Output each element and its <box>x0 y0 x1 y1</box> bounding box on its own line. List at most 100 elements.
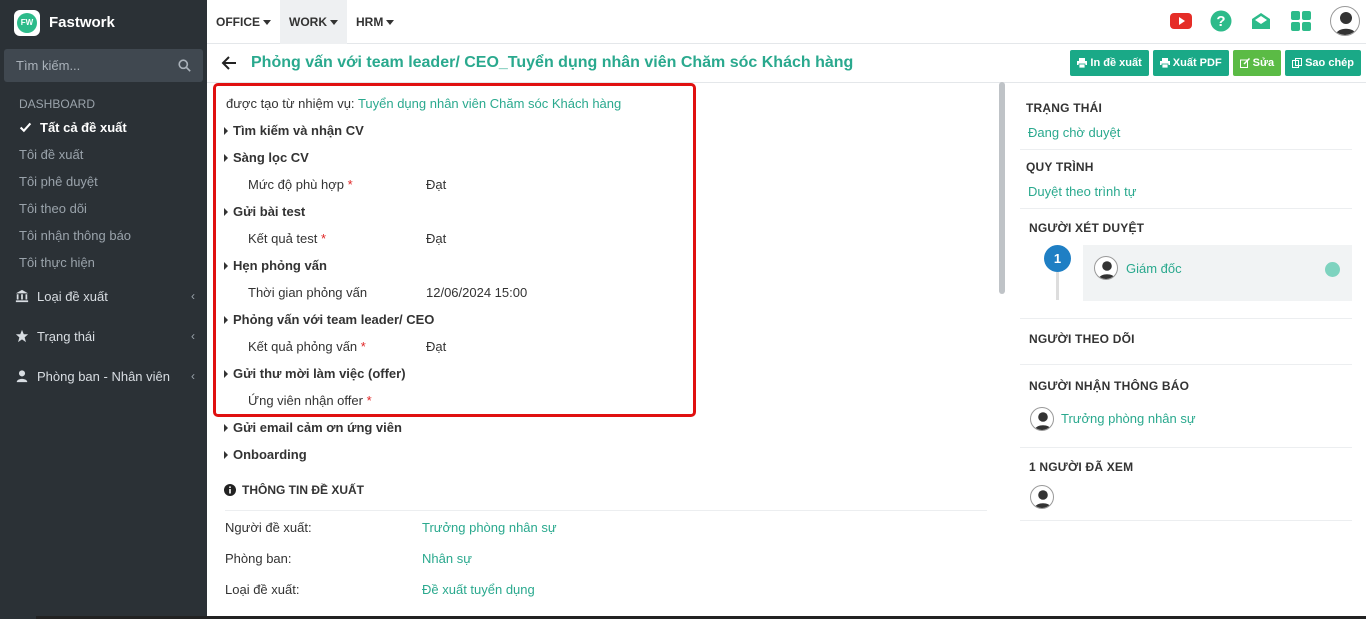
apps-grid-icon[interactable] <box>1290 10 1312 32</box>
info-row: Người đề xuất: Trưởng phòng nhân sự <box>225 510 987 542</box>
approver-step-badge: 1 <box>1044 245 1071 272</box>
step-label: Gửi thư mời làm việc (offer) <box>233 366 406 381</box>
print-button[interactable]: In đề xuất <box>1070 50 1149 76</box>
dashboard-section: DASHBOARD Tất cả đề xuất Tôi đề xuất Tôi… <box>0 82 207 276</box>
brand[interactable]: FW Fastwork <box>0 0 207 45</box>
step-label: Gửi bài test <box>233 204 306 219</box>
user-avatar-icon <box>1030 407 1054 431</box>
user-avatar-icon[interactable] <box>1030 485 1054 509</box>
info-label: Loại đề xuất: <box>225 582 300 597</box>
mail-open-icon[interactable] <box>1250 10 1272 32</box>
info-value-link[interactable]: Trưởng phòng nhân sự <box>422 520 557 535</box>
user-icon <box>15 369 29 383</box>
print-label: In đề xuất <box>1090 57 1142 69</box>
step-label: Phỏng vấn với team leader/ CEO <box>233 312 435 327</box>
process-value: Duyệt theo trình tự <box>1028 184 1137 199</box>
header-actions: In đề xuất Xuất PDF Sửa Sao chép <box>1066 50 1361 76</box>
help-icon[interactable]: ? <box>1210 10 1232 32</box>
info-value-link[interactable]: Đề xuất tuyển dụng <box>422 582 535 597</box>
approvers-heading: NGƯỜI XÉT DUYỆT <box>1029 221 1145 235</box>
sidebar-group-departments[interactable]: Phòng ban - Nhân viên ‹ <box>0 356 207 396</box>
info-title: THÔNG TIN ĐỀ XUẤT <box>242 483 364 497</box>
sidebar-item-notifications[interactable]: Tôi nhận thông báo <box>0 222 207 249</box>
step-label: Tìm kiếm và nhận CV <box>233 123 364 138</box>
search-input[interactable] <box>16 58 166 73</box>
export-pdf-button[interactable]: Xuất PDF <box>1152 50 1229 76</box>
approver-name[interactable]: Giám đốc <box>1126 261 1182 276</box>
caret-down-icon <box>263 19 271 25</box>
sidebar-item-my-approvals[interactable]: Tôi phê duyệt <box>0 168 207 195</box>
copy-icon <box>1292 58 1303 68</box>
menu-work[interactable]: WORK <box>280 0 347 44</box>
sidebar-group-status[interactable]: Trạng thái ‹ <box>0 316 207 356</box>
required-mark: * <box>360 339 366 354</box>
step-interview-leader[interactable]: Phỏng vấn với team leader/ CEO <box>224 312 434 327</box>
info-row: Phòng ban: Nhân sự <box>225 542 987 574</box>
followers-heading: NGƯỜI THEO DÕI <box>1029 332 1135 346</box>
check-icon <box>19 122 32 133</box>
chevron-left-icon: ‹ <box>191 329 195 343</box>
dashboard-heading[interactable]: DASHBOARD <box>0 94 207 114</box>
step-label: Hẹn phỏng vấn <box>233 258 327 273</box>
sidebar-group-proposal-types[interactable]: Loại đề xuất ‹ <box>0 276 207 316</box>
user-avatar[interactable] <box>1330 6 1360 36</box>
required-mark: * <box>366 393 372 408</box>
sidebar-item-following[interactable]: Tôi theo dõi <box>0 195 207 222</box>
svg-text:?: ? <box>1216 13 1225 30</box>
group-label: Loại đề xuất <box>37 288 108 304</box>
logo-text: FW <box>17 12 37 33</box>
sidebar-item-my-proposals[interactable]: Tôi đề xuất <box>0 141 207 168</box>
edit-icon <box>1239 58 1250 68</box>
sidebar-search <box>4 49 203 82</box>
caret-right-icon <box>224 153 228 162</box>
fastwork-logo: FW <box>14 9 40 36</box>
menu-hrm[interactable]: HRM <box>347 0 403 44</box>
edit-button[interactable]: Sửa <box>1232 50 1282 76</box>
sidebar-item-label: Tất cả đề xuất <box>40 120 127 135</box>
copy-label: Sao chép <box>1305 57 1354 69</box>
main-content: được tạo từ nhiệm vụ: Tuyển dụng nhân vi… <box>207 83 1007 619</box>
step-send-test[interactable]: Gửi bài test <box>224 204 305 219</box>
viewed-section: 1 NGƯỜI ĐÃ XEM <box>1020 448 1352 521</box>
caret-right-icon <box>224 261 228 270</box>
notify-recipient[interactable]: Trưởng phòng nhân sự <box>1061 411 1196 426</box>
step-search-cv[interactable]: Tìm kiếm và nhận CV <box>224 123 364 138</box>
caret-right-icon <box>224 369 228 378</box>
step-screen-cv[interactable]: Sàng lọc CV <box>224 150 309 165</box>
step-onboarding[interactable]: Onboarding <box>224 447 307 462</box>
step-schedule-interview[interactable]: Hẹn phỏng vấn <box>224 258 327 273</box>
menu-office-label: OFFICE <box>216 14 260 29</box>
required-mark: * <box>347 177 353 192</box>
step-label: Sàng lọc CV <box>233 150 309 165</box>
step-thank-you-email[interactable]: Gửi email cảm ơn ứng viên <box>224 420 402 435</box>
proposal-info-heading: THÔNG TIN ĐỀ XUẤT <box>224 483 364 497</box>
status-dot <box>1325 262 1340 277</box>
chevron-left-icon: ‹ <box>191 369 195 383</box>
info-value-link[interactable]: Nhân sự <box>422 551 472 566</box>
field-value-fit: Đạt <box>426 177 447 192</box>
caret-down-icon <box>386 19 395 25</box>
step-send-offer[interactable]: Gửi thư mời làm việc (offer) <box>224 366 406 381</box>
search-icon[interactable] <box>178 59 191 72</box>
field-label-text: Ứng viên nhận offer <box>248 393 363 408</box>
required-mark: * <box>321 231 327 246</box>
youtube-icon[interactable] <box>1170 10 1192 32</box>
print-icon <box>1159 58 1170 68</box>
content-scrollbar[interactable] <box>999 82 1005 294</box>
info-label: Phòng ban: <box>225 551 292 566</box>
copy-button[interactable]: Sao chép <box>1285 50 1361 76</box>
sidebar-item-executing[interactable]: Tôi thực hiện <box>0 249 207 276</box>
status-value: Đang chờ duyệt <box>1028 125 1121 140</box>
created-task-link[interactable]: Tuyển dụng nhân viên Chăm sóc Khách hàng <box>358 96 621 111</box>
field-value-test-result: Đạt <box>426 231 447 246</box>
right-panel: TRẠNG THÁI Đang chờ duyệt QUY TRÌNH Duyệ… <box>1020 84 1352 619</box>
sidebar-item-all-proposals[interactable]: Tất cả đề xuất <box>0 114 207 141</box>
page-header: Phỏng vấn với team leader/ CEO_Tuyển dụn… <box>207 44 1366 83</box>
menu-office[interactable]: OFFICE <box>207 0 280 44</box>
caret-right-icon <box>224 207 228 216</box>
status-section: TRẠNG THÁI Đang chờ duyệt <box>1020 84 1352 150</box>
field-label-interview-result: Kết quả phỏng vấn * <box>248 339 366 354</box>
approver-card[interactable]: Giám đốc <box>1083 245 1352 301</box>
back-arrow-icon[interactable] <box>221 55 237 71</box>
field-value-interview-time: 12/06/2024 15:00 <box>426 285 528 300</box>
